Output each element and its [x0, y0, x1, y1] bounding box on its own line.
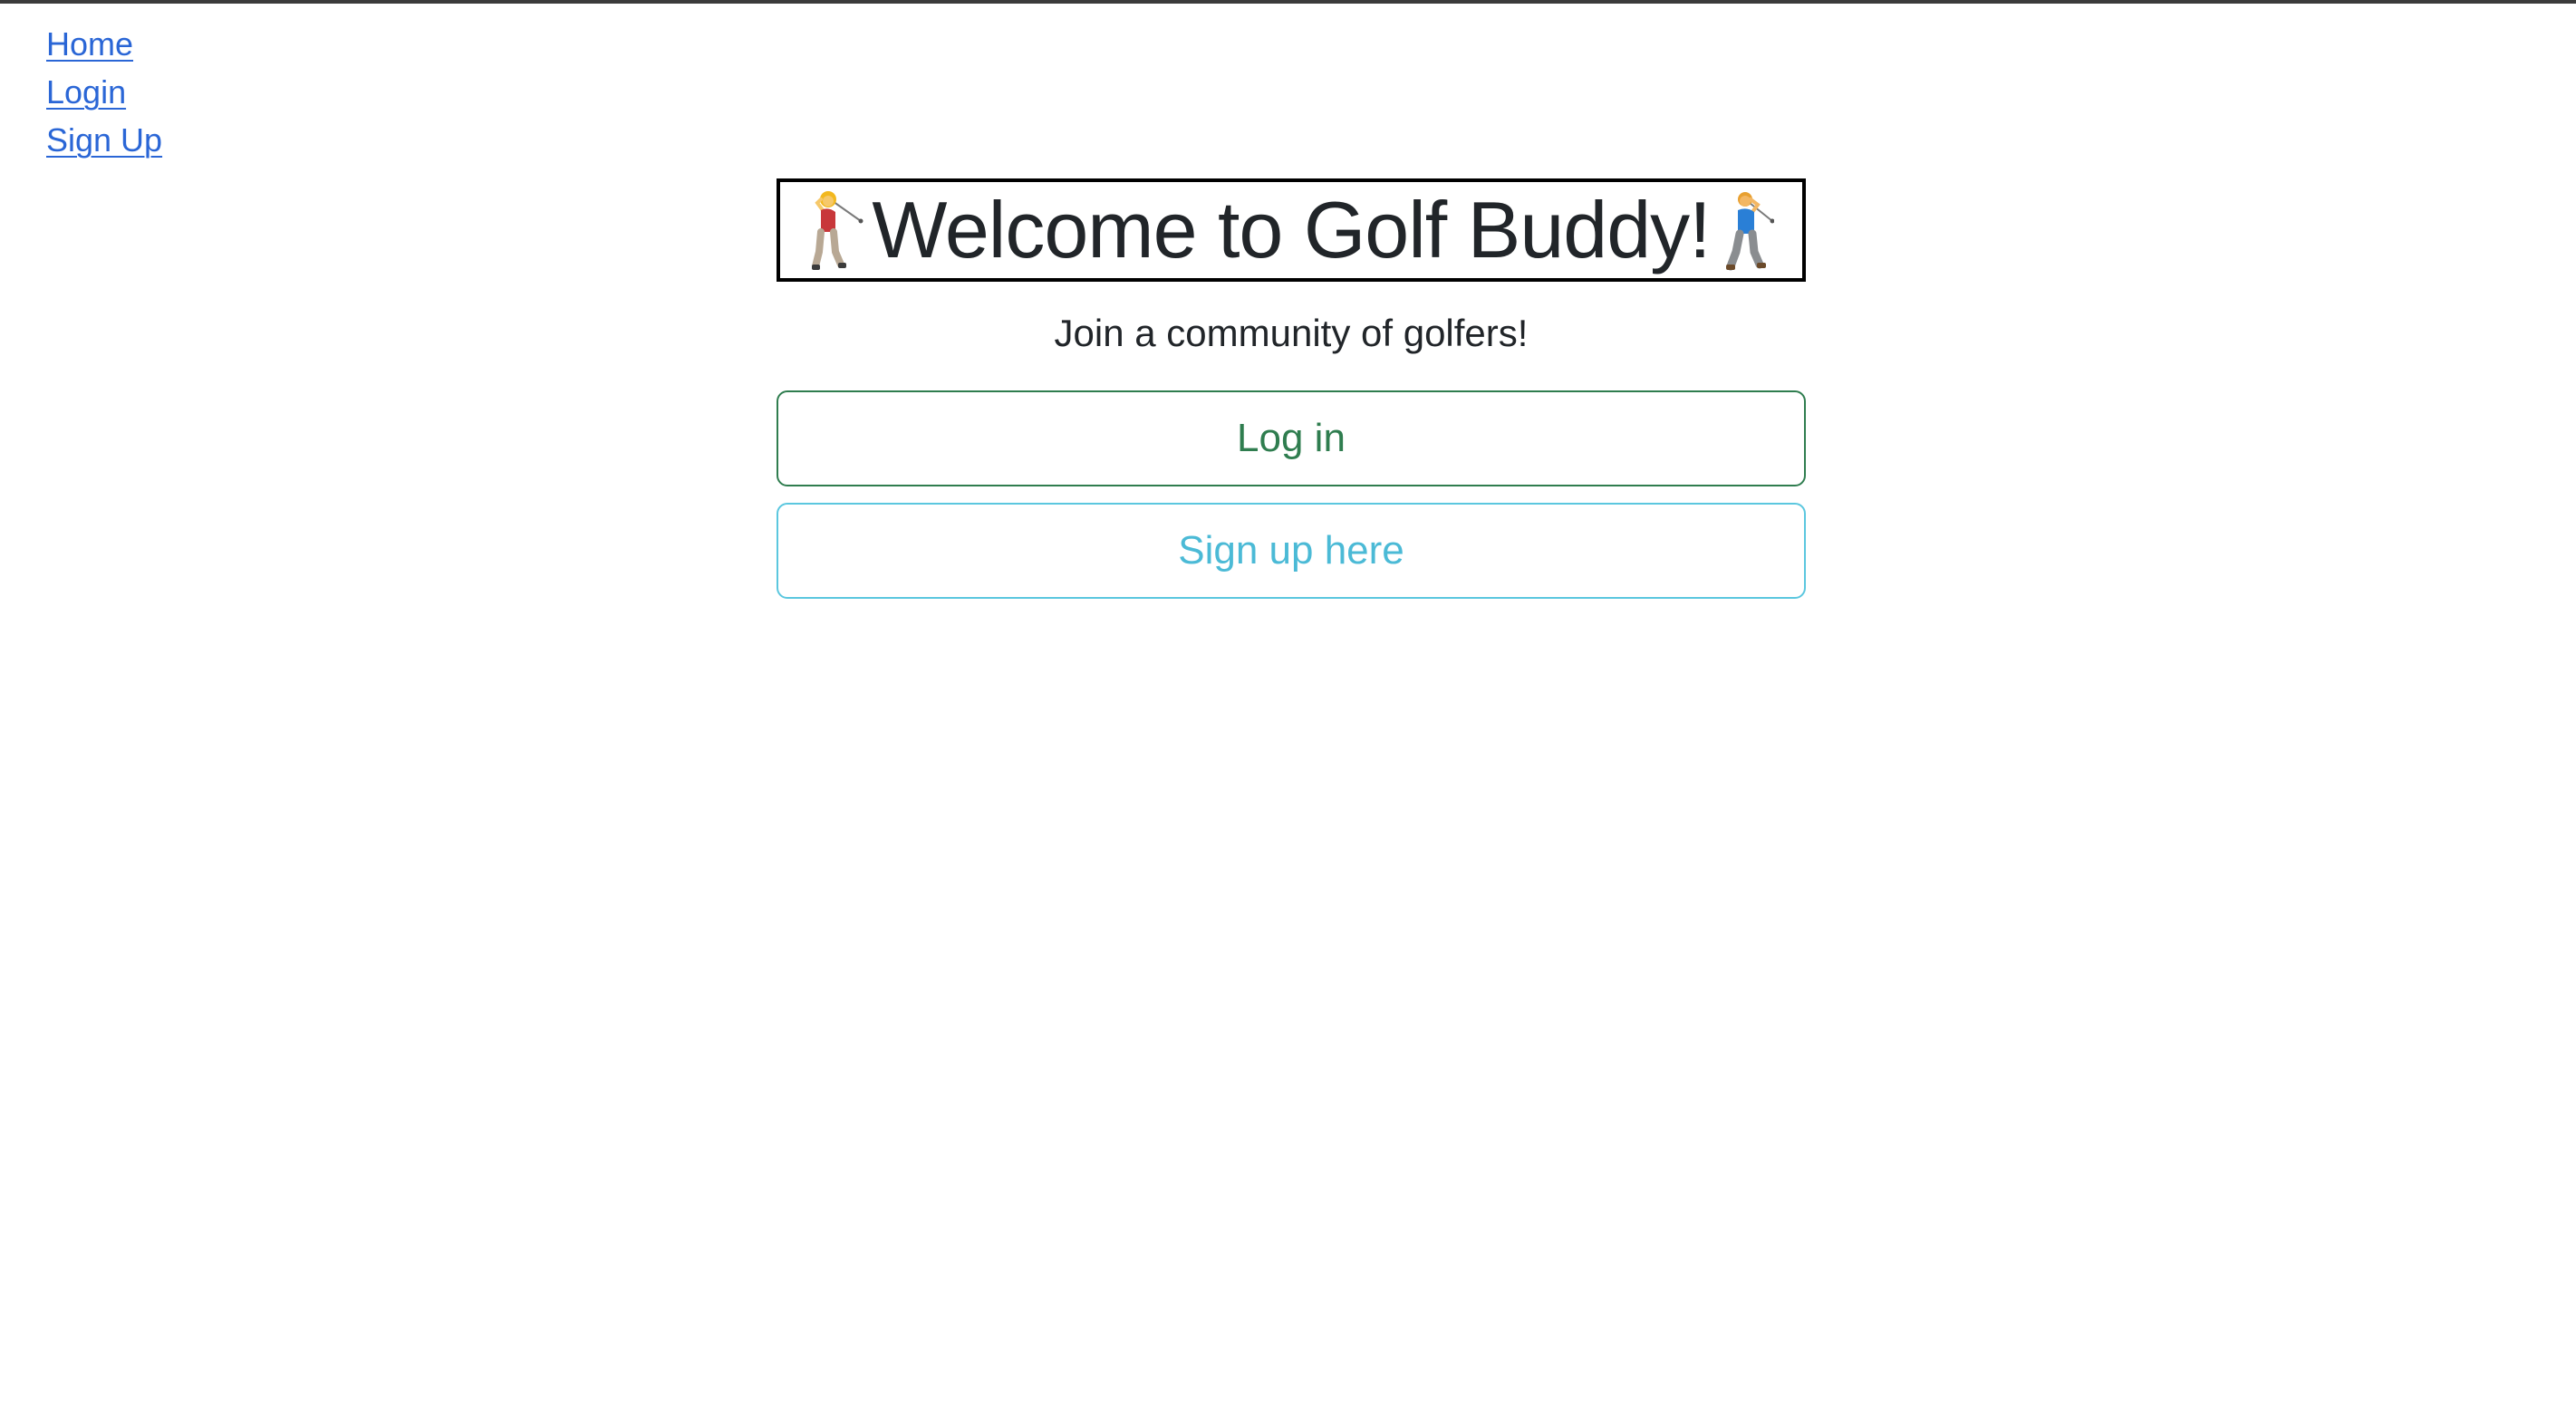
- window-top-border: [0, 0, 2576, 4]
- man-golfing-icon: [1718, 187, 1775, 274]
- nav-item-signup: Sign Up: [46, 120, 162, 168]
- nav-item-login: Login: [46, 72, 162, 120]
- nav-link-signup[interactable]: Sign Up: [46, 121, 162, 159]
- nav-link-login[interactable]: Login: [46, 73, 126, 111]
- nav-link-home[interactable]: Home: [46, 25, 133, 63]
- page-title: Welcome to Golf Buddy!: [872, 185, 1711, 274]
- signup-button[interactable]: Sign up here: [777, 503, 1806, 599]
- nav-list: Home Login Sign Up: [46, 24, 162, 168]
- login-button[interactable]: Log in: [777, 390, 1806, 486]
- page-subtitle: Join a community of golfers!: [1054, 312, 1529, 354]
- main-content: Welcome to Golf Buddy! Join a community …: [777, 178, 1806, 599]
- woman-golfing-icon: [808, 187, 864, 274]
- page-title-box: Welcome to Golf Buddy!: [777, 178, 1806, 282]
- nav-item-home: Home: [46, 24, 162, 72]
